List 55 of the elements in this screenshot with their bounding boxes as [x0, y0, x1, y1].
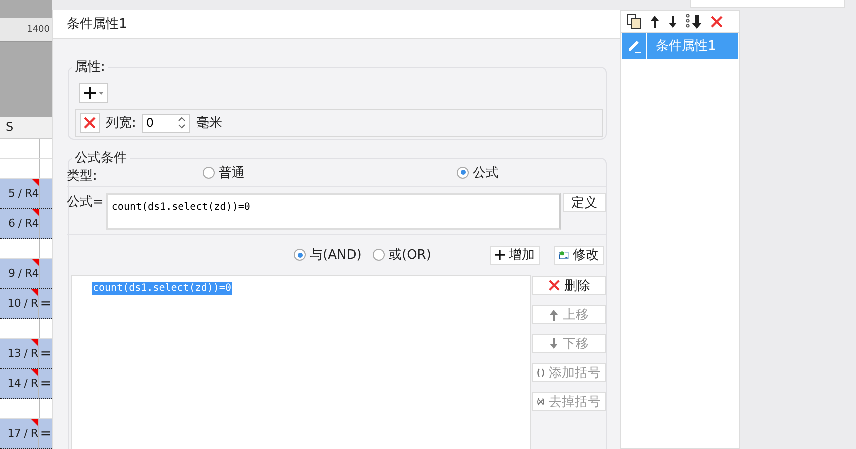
- spinner-arrows-icon: [177, 115, 188, 131]
- formula-field[interactable]: count(ds1.select(zd))=0: [106, 193, 561, 230]
- copy-icon[interactable]: [627, 14, 642, 30]
- type-label: 类型:: [67, 168, 98, 185]
- formula-label: 公式=: [67, 194, 104, 211]
- cell-text: =: [40, 426, 52, 442]
- radio-option[interactable]: 普通: [203, 164, 245, 182]
- width-spinner[interactable]: 0: [142, 114, 190, 132]
- cell-text: 6 / R4: [8, 217, 39, 230]
- arrow-up-icon[interactable]: [650, 14, 660, 28]
- ruler-label: 1400: [27, 24, 50, 34]
- close-icon: [710, 14, 724, 28]
- arrow-down-icon[interactable]: [668, 14, 678, 28]
- arrow-down-icon: [549, 338, 559, 350]
- parentheses-icon: [537, 366, 545, 378]
- cell-text: =: [40, 346, 52, 362]
- close-icon: [83, 116, 97, 130]
- flag-icon: [32, 209, 39, 216]
- radio-option[interactable]: 或(OR): [373, 246, 432, 264]
- width-label: 列宽:: [106, 115, 136, 132]
- unit-label: 毫米: [196, 115, 222, 132]
- flag-icon: [31, 369, 38, 376]
- action-button[interactable]: 删除: [532, 276, 606, 295]
- cell-text: 10 / R: [8, 297, 38, 310]
- cell-text: 5 / R4: [8, 187, 39, 200]
- pencil-icon: [626, 38, 642, 54]
- parentheses-remove-icon: [537, 396, 545, 408]
- move-bottom-icon[interactable]: [686, 14, 702, 30]
- radio-option[interactable]: 与(AND): [294, 246, 362, 264]
- modify-button[interactable]: 修改: [554, 246, 604, 264]
- cell-text: 9 / R4: [8, 267, 39, 280]
- flag-icon: [32, 259, 39, 266]
- add-button[interactable]: [79, 83, 108, 103]
- plus-icon: [82, 86, 104, 100]
- radio-option[interactable]: 公式: [457, 164, 499, 182]
- cell-text: =: [40, 296, 52, 312]
- arrow-up-icon: [549, 308, 559, 320]
- plus-icon: [495, 249, 505, 261]
- cell-text: 13 / R: [8, 347, 38, 360]
- remove-button[interactable]: [80, 113, 100, 133]
- cell-text: =: [40, 376, 52, 392]
- close-icon: [548, 279, 560, 292]
- flag-icon: [31, 289, 38, 296]
- define-button[interactable]: 定义: [562, 193, 606, 212]
- flag-icon: [31, 339, 38, 346]
- flag-icon: [32, 179, 39, 186]
- column-header: S: [0, 116, 52, 139]
- cell-text: 17 / R: [8, 427, 38, 440]
- cell-text: 14 / R: [8, 377, 38, 390]
- group-legend: 公式条件: [72, 149, 130, 167]
- add-condition-button[interactable]: 增加: [490, 246, 540, 264]
- flag-icon: [31, 419, 38, 426]
- width-input[interactable]: 0: [143, 116, 178, 130]
- group-legend: 属性:: [72, 58, 108, 76]
- window-title: 条件属性1: [53, 10, 620, 39]
